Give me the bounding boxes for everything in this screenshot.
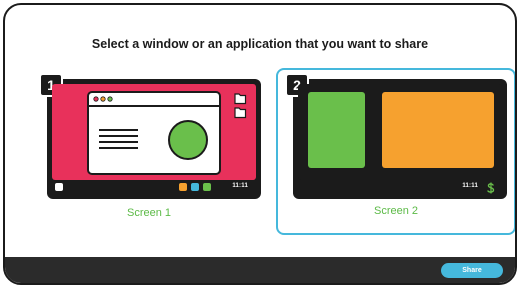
screen-1-thumbnail: 1 11:11 [39,73,261,199]
taskbar-clock: 11:11 [232,183,248,189]
dialog-footer: Share [5,257,515,283]
taskbar-icons [55,183,211,191]
screen-option-2[interactable]: 2 11:11 Screen 2 [276,68,515,235]
screen-2-desktop [298,84,502,180]
folder-icon [234,107,247,119]
screen-1-desktop [52,84,256,180]
screen-1-label: Screen 1 [126,207,172,219]
share-screen-dialog: Select a window or an application that y… [3,3,517,285]
folder-icon [234,93,247,105]
dialog-title: Select a window or an application that y… [91,37,429,51]
share-button[interactable]: Share [441,263,503,278]
taskbar-clock: 11:11 [462,183,478,189]
screen-2-taskbar: 11:11 [298,181,502,195]
screen-2-label: Screen 2 [373,205,419,217]
dollar-icon [487,182,495,194]
screen-2-thumbnail: 2 11:11 [285,73,507,199]
screen-option-1[interactable]: 1 11:11 Screen 1 [29,68,269,235]
screen-1-preview [87,91,247,175]
screen-1-taskbar: 11:11 [52,181,256,195]
screen-2-preview [308,92,494,168]
